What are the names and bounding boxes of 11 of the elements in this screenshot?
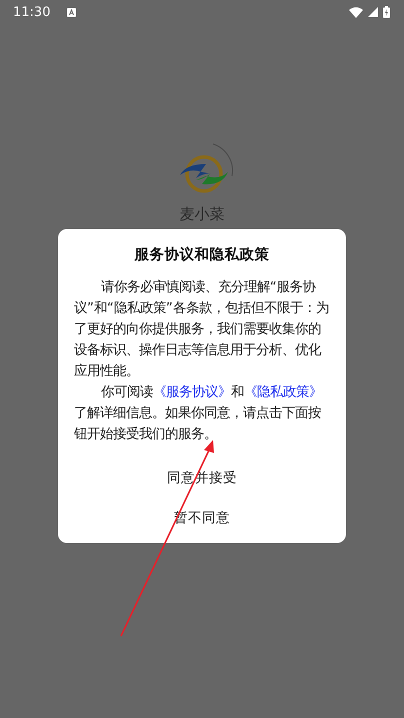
notification-icon — [67, 8, 76, 16]
battery-icon — [383, 6, 390, 18]
policy-link[interactable]: 《服务协议》 — [152, 385, 231, 400]
policy-paragraph: 请你务必审慎阅读、充分理解“服务协议”和“隐私政策”各条款，包括但不限于：为了更好的向你提供服务，我们需要收集你的设备标识、操作日志等信息用于分析、优化应用性能。 — [74, 278, 330, 381]
dialog-title: 服务协议和隐私政策 — [134, 246, 270, 265]
wifi-icon — [349, 6, 363, 18]
app-name: 麦小菜 — [180, 204, 224, 224]
status-time: 11:30 — [13, 4, 50, 20]
policy-link[interactable]: 《隐私政策》 — [244, 385, 322, 400]
signal-icon — [368, 7, 378, 17]
policy-paragraph: 你可阅读《服务协议》和《隐私政策》 了解详细信息。如果你同意，请点击下面按钮开始接受我们的服务。 — [74, 384, 323, 444]
